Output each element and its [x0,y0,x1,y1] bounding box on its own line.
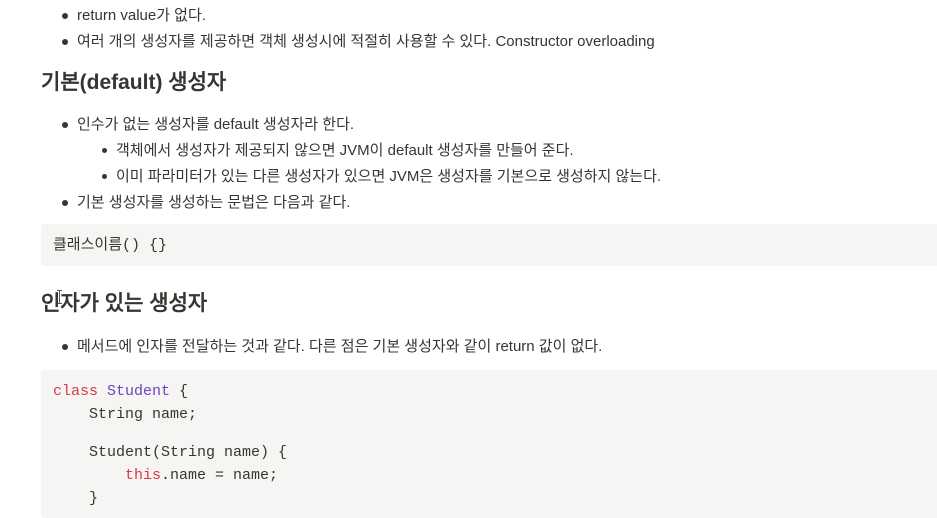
list-item: 이미 파라미터가 있는 다른 생성자가 있으면 JVM은 생성자를 기본으로 생… [102,167,662,187]
list-item: 기본 생성자를 생성하는 문법은 다음과 같다. [62,193,351,213]
code-class-name-text: 클래스이름 [53,236,123,253]
list-item: 여러 개의 생성자를 제공하면 객체 생성시에 적절히 사용할 수 있다. Co… [62,32,655,52]
bullet-dot-icon [102,148,107,153]
list-item-text: return value가 없다. [77,7,206,24]
list-item-text: 인수가 없는 생성자를 default 생성자라 한다. [77,116,355,133]
code-line: class Student { [53,382,188,402]
bullet-dot-icon [62,39,68,45]
section-heading-default-constructor: 기본(default) 생성자 [41,71,227,94]
code-keyword: class [53,383,99,400]
code-class-name: Student [107,383,171,400]
code-keyword: this [125,467,162,484]
code-block-default-constructor[interactable]: 클래스이름() {} [41,224,937,266]
list-item-text: 이미 파라미터가 있는 다른 생성자가 있으면 JVM은 생성자를 기본으로 생… [116,168,662,185]
section-heading-args-constructor: 인자가 있는 생성자 [41,292,208,315]
code-parens-text: () {} [122,237,168,254]
code-text: { [170,383,189,400]
code-block-student-class[interactable]: class Student { String name; Student(Str… [41,370,937,518]
code-line: Student(String name) { [53,444,288,461]
bullet-dot-icon [102,174,107,179]
list-item-text: 여러 개의 생성자를 제공하면 객체 생성시에 적절히 사용할 수 있다. Co… [77,33,655,50]
list-item: 메서드에 인자를 전달하는 것과 같다. 다른 점은 기본 생성자와 같이 re… [62,337,603,357]
list-item-text: 객체에서 생성자가 제공되지 않으면 JVM이 default 생성자를 만들어… [116,142,574,159]
code-text: .name = name; [161,467,279,484]
list-item: return value가 없다. [62,6,206,26]
list-item: 인수가 없는 생성자를 default 생성자라 한다. [62,115,355,135]
bullet-dot-icon [62,344,68,350]
document-page: return value가 없다. 여러 개의 생성자를 제공하면 객체 생성시… [0,0,937,518]
code-line: } [53,490,99,507]
list-item-text: 메서드에 인자를 전달하는 것과 같다. 다른 점은 기본 생성자와 같이 re… [77,338,603,355]
code-line: String name; [53,406,198,423]
list-item: 객체에서 생성자가 제공되지 않으면 JVM이 default 생성자를 만들어… [102,141,574,161]
code-line: this.name = name; [53,466,278,486]
list-item-text: 기본 생성자를 생성하는 문법은 다음과 같다. [77,194,351,211]
code-line: 클래스이름() {} [53,235,167,256]
bullet-dot-icon [62,200,68,206]
bullet-dot-icon [62,122,68,128]
bullet-dot-icon [62,13,68,19]
